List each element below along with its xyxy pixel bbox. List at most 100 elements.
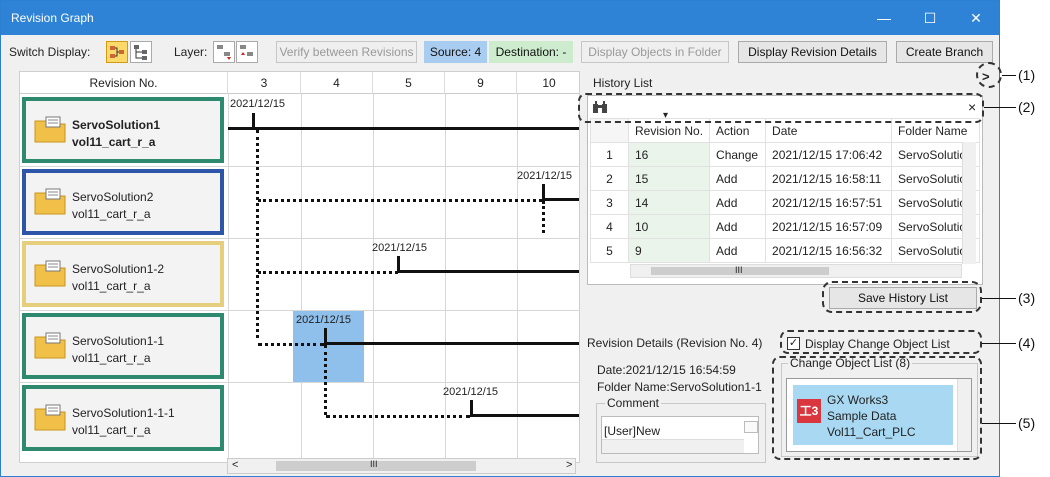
table-row[interactable]: 5 9 Add 2021/12/15 16:56:32 ServoSolutio…: [590, 238, 980, 263]
annotation-box: [822, 281, 982, 313]
callout-line: [982, 298, 1016, 299]
scroll-left-button[interactable]: <: [232, 459, 238, 471]
close-button[interactable]: ✕: [953, 1, 999, 35]
grid-line: [373, 94, 374, 462]
node-sub: vol11_cart_r_a: [72, 423, 151, 437]
history-vertical-scrollbar[interactable]: [962, 142, 976, 264]
grid-line: [445, 94, 446, 462]
callout-label: (1): [1018, 67, 1036, 83]
annotation-box: [976, 62, 1002, 88]
branch-node-servosolution1[interactable]: ServoSolution1 vol11_cart_r_a: [22, 97, 224, 163]
callout-line: [1002, 75, 1016, 76]
branch-node-servosolution1-1-1[interactable]: ServoSolution1-1-1 vol11_cart_r_a: [22, 385, 224, 451]
folder-icon: [34, 332, 66, 359]
node-name: ServoSolution1-1-1: [72, 406, 175, 420]
branch-line: [542, 198, 579, 201]
callout-line: [982, 343, 1016, 344]
column-header: 5: [373, 72, 445, 94]
switch-display-label: Switch Display:: [9, 45, 91, 59]
revision-graph[interactable]: Revision No. 3 4 5 9 10 ServoSolution1 vo…: [19, 71, 580, 463]
column-header: 4: [301, 72, 373, 94]
branch-node-servosolution2[interactable]: ServoSolution2 vol11_cart_r_a: [22, 169, 224, 235]
branch-line: [228, 127, 579, 130]
window-title: Revision Graph: [11, 11, 94, 25]
revision-details-title: Revision Details (Revision No. 4): [587, 336, 763, 350]
comment-text: [User]New: [604, 424, 661, 438]
revision-date: 2021/12/15: [517, 170, 573, 182]
grid-line: [228, 94, 229, 462]
grid-line: [20, 166, 579, 167]
callout-label: (4): [1018, 335, 1036, 351]
table-row[interactable]: 3 14 Add 2021/12/15 16:57:51 ServoSoluti…: [590, 190, 980, 215]
annotation-box: [578, 93, 984, 123]
revision-date: 2021/12/15: [230, 98, 286, 110]
table-row[interactable]: 4 10 Add 2021/12/15 16:57:09 ServoSoluti…: [590, 214, 980, 239]
callout-label: (2): [1018, 99, 1036, 115]
minimize-button[interactable]: —: [861, 1, 907, 35]
revision-date-detail: Date:2021/12/15 16:54:59: [597, 363, 736, 377]
branch-node-servosolution1-2[interactable]: ServoSolution1-2 vol11_cart_r_a: [22, 241, 224, 307]
branch-link-dotted: [326, 415, 470, 418]
layer-down-icon[interactable]: [213, 41, 235, 63]
branch-tick: [252, 113, 255, 130]
node-sub: vol11_cart_r_a: [72, 279, 151, 293]
folder-icon: [34, 116, 66, 143]
revision-date: 2021/12/15: [443, 386, 499, 398]
callout-label: (5): [1018, 415, 1036, 431]
column-header: 9: [445, 72, 517, 94]
revision-date: 2021/12/15: [372, 242, 428, 254]
vertical-display-icon[interactable]: [130, 41, 152, 63]
history-table: Revision No. Action Date Folder Name 1 1…: [590, 118, 980, 263]
revision-date: 2021/12/15: [296, 314, 352, 326]
annotation-box: [772, 356, 982, 460]
folder-icon: [34, 404, 66, 431]
table-row[interactable]: 2 15 Add 2021/12/15 16:58:11 ServoSoluti…: [590, 166, 980, 191]
maximize-button[interactable]: ☐: [907, 1, 953, 35]
branch-link-dotted: [258, 271, 398, 274]
create-branch-button[interactable]: Create Branch: [896, 41, 993, 63]
node-sub: vol11_cart_r_a: [72, 351, 151, 365]
node-name: ServoSolution2: [72, 190, 154, 204]
comment-group: Comment [User]New: [596, 396, 766, 463]
node-name: ServoSolution1-1: [72, 334, 165, 348]
grid-line: [20, 238, 579, 239]
horizontal-display-icon[interactable]: [106, 41, 128, 63]
callout-label: (3): [1018, 290, 1036, 306]
revision-no-header: Revision No.: [20, 72, 228, 94]
column-header: 10: [517, 72, 579, 94]
node-name: ServoSolution1: [72, 118, 161, 132]
display-objects-in-folder-button[interactable]: Display Objects in Folder: [581, 41, 729, 63]
callout-line: [984, 107, 1016, 108]
grid-line: [301, 94, 302, 462]
history-horizontal-scrollbar[interactable]: III: [630, 264, 962, 278]
verify-between-revisions-button[interactable]: Verify between Revisions: [276, 41, 417, 63]
folder-icon: [34, 260, 66, 287]
annotation-box: [780, 330, 982, 354]
history-list-title: History List: [593, 76, 653, 90]
branch-link-dotted: [256, 130, 259, 338]
node-sub: vol11_cart_r_a: [72, 207, 151, 221]
scroll-thumb[interactable]: III: [276, 459, 476, 471]
display-revision-details-button[interactable]: Display Revision Details: [738, 41, 887, 63]
branch-link-dotted: [258, 199, 542, 202]
column-header: 3: [228, 72, 301, 94]
branch-line: [470, 414, 579, 417]
history-list-panel: × ▾ Revision No. Action Date Folder Name…: [587, 95, 983, 285]
scroll-right-button[interactable]: >: [566, 459, 572, 471]
node-sub: vol11_cart_r_a: [72, 135, 156, 149]
table-row[interactable]: 1 16 Change 2021/12/15 17:06:42 ServoSol…: [590, 142, 980, 167]
layer-up-icon[interactable]: [236, 41, 258, 63]
branch-link-dotted: [324, 345, 327, 415]
branch-link-dotted: [258, 343, 324, 346]
revision-folder-detail: Folder Name:ServoSolution1-1: [597, 380, 762, 394]
comment-box[interactable]: [User]New: [601, 416, 759, 454]
branch-line: [324, 342, 579, 345]
grid-line: [20, 382, 579, 383]
folder-icon: [34, 188, 66, 215]
comment-label: Comment: [605, 396, 662, 410]
branch-node-servosolution1-1[interactable]: ServoSolution1-1 vol11_cart_r_a: [22, 313, 224, 379]
layer-label: Layer:: [174, 45, 208, 59]
destination-indicator: Destination: -: [489, 41, 573, 63]
graph-horizontal-scrollbar[interactable]: < III >: [227, 458, 576, 474]
source-indicator: Source: 4: [424, 41, 487, 63]
